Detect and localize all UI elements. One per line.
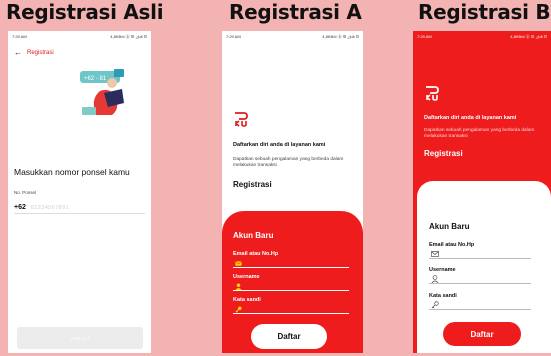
section-title: Akun Baru — [233, 231, 274, 240]
status-bar: 7:29 AM 4,8KB/d ⓑ ☰ ◿ull ⊡ — [226, 34, 359, 40]
back-navigation[interactable]: ← Registrasi — [14, 48, 54, 57]
key-icon — [235, 306, 242, 313]
user-icon — [235, 283, 242, 290]
status-bar: 7:29 AM 4,8KB/d ⓑ ☰ ◿ull ⊡ — [417, 34, 547, 40]
email-icon — [235, 261, 242, 266]
phone-illustration-icon: +62 - 81 — [80, 69, 124, 115]
phone-screen-a: 7:29 AM 4,8KB/d ⓑ ☰ ◿ull ⊡ Daftarkan dir… — [222, 31, 363, 353]
registration-subtitle: Daftarkan diri anda di layanan kami — [424, 115, 517, 121]
page-title: Registrasi — [27, 49, 54, 56]
continue-button[interactable]: LANJUT — [17, 327, 143, 349]
registration-title: Registrasi — [233, 180, 272, 189]
username-field[interactable]: Username — [429, 267, 531, 284]
form-card: Akun Baru Email atau No.Hp Username Kata… — [417, 181, 551, 353]
password-field[interactable]: Kata sandi — [429, 293, 531, 310]
back-arrow-icon[interactable]: ← — [14, 48, 22, 57]
user-icon — [431, 275, 439, 283]
password-field-label: Kata sandi — [233, 297, 261, 303]
email-field[interactable]: Email atau No.Hp — [429, 242, 531, 259]
registration-description: Dapatkan sebuah pengalaman yang berbeda … — [233, 157, 344, 168]
register-button[interactable]: Daftar — [251, 324, 327, 349]
status-bar: 7:29 AM 4,8KB/d ⓑ ☰ ◿ull ⊡ — [12, 34, 147, 40]
app-logo-icon — [426, 86, 439, 101]
form-card: Akun Baru Email atau No.Hp Username Kata… — [222, 211, 363, 353]
username-field-label: Username — [233, 274, 260, 280]
phone-screen-asli: 7:29 AM 4,8KB/d ⓑ ☰ ◿ull ⊡ ← Registrasi … — [8, 31, 151, 353]
email-field-label: Email atau No.Hp — [233, 251, 279, 257]
heading-registrasi-b: Registrasi B — [418, 0, 551, 24]
country-code-prefix: +62 — [14, 204, 26, 211]
phone-number-input[interactable]: +62 81234567891 — [14, 202, 145, 214]
status-icons: 4,8KB/d ⓑ ☰ ◿ull ⊡ — [510, 34, 547, 39]
heading-registrasi-asli: Registrasi Asli — [6, 0, 164, 24]
username-field[interactable]: Username — [233, 274, 349, 291]
status-time: 7:29 AM — [417, 34, 432, 39]
email-field[interactable]: Email atau No.Hp — [233, 251, 349, 268]
phone-field-label: No. Ponsel — [14, 190, 37, 195]
password-field[interactable]: Kata sandi — [233, 297, 349, 314]
register-button[interactable]: Daftar — [443, 322, 521, 346]
phone-prompt: Masukkan nomor ponsel kamu — [14, 167, 130, 177]
app-logo-icon — [235, 112, 248, 127]
status-icons: 4,8KB/d ⓑ ☰ ◿ull ⊡ — [110, 34, 147, 39]
status-icons: 4,8KB/d ⓑ ☰ ◿ull ⊡ — [322, 34, 359, 39]
password-field-label: Kata sandi — [429, 293, 457, 299]
username-field-label: Username — [429, 267, 456, 273]
status-time: 7:29 AM — [226, 34, 241, 39]
registration-subtitle: Daftarkan diri anda di layanan kami — [233, 142, 326, 148]
key-icon — [431, 301, 439, 309]
phone-screen-b: 7:29 AM 4,8KB/d ⓑ ☰ ◿ull ⊡ Daftarkan dir… — [413, 31, 551, 353]
phone-placeholder: 81234567891 — [30, 204, 69, 211]
illustration-text: +62 - 81 — [84, 76, 107, 82]
registration-description: Dapatkan sebuah pengalaman yang berbeda … — [424, 128, 535, 139]
status-time: 7:29 AM — [12, 34, 27, 39]
registration-title: Registrasi — [424, 149, 463, 158]
heading-registrasi-a: Registrasi A — [229, 0, 362, 24]
section-title: Akun Baru — [429, 222, 470, 231]
email-field-label: Email atau No.Hp — [429, 242, 475, 248]
email-icon — [431, 251, 439, 257]
